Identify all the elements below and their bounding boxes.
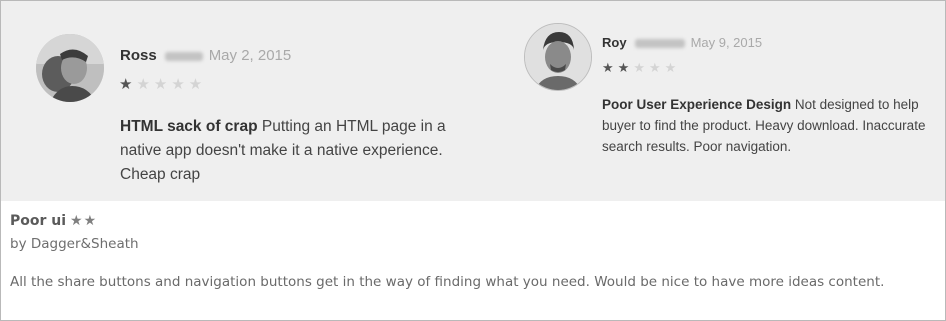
- reviewer-avatar: [36, 34, 104, 102]
- star-rating: ★★: [70, 213, 98, 229]
- review-title: Poor ui: [10, 213, 67, 229]
- review-text: HTML sack of crap Putting an HTML page i…: [120, 115, 490, 187]
- review-title: HTML sack of crap: [120, 118, 258, 135]
- review-byline: by Dagger&Sheath: [10, 236, 139, 252]
- review-text: Poor User Experience Design Not designed…: [602, 94, 937, 157]
- review-author: Roy: [602, 35, 627, 50]
- review-author: Ross: [120, 47, 157, 64]
- empty-stars: ★★★★: [136, 76, 207, 93]
- empty-stars: ★★★: [633, 60, 681, 75]
- lower-review-header: Poor ui ★★: [10, 213, 97, 229]
- reviewer-avatar: [524, 23, 592, 91]
- review-body: All the share buttons and navigation but…: [10, 274, 885, 290]
- reviewer-photo-icon: [36, 34, 104, 102]
- review-header: Roy May 9, 2015: [602, 35, 762, 50]
- review-title: Poor User Experience Design: [602, 97, 792, 112]
- filled-stars: ★★: [602, 60, 634, 75]
- redacted-surname: [164, 51, 203, 61]
- star-rating: ★★★★★: [119, 75, 206, 93]
- review-date: May 2, 2015: [208, 47, 292, 64]
- reviewer-photo-icon: [525, 24, 591, 90]
- review-header: Ross May 2, 2015: [120, 47, 291, 64]
- star-rating: ★★★★★: [602, 60, 680, 76]
- review-date: May 9, 2015: [690, 35, 763, 50]
- filled-stars: ★: [119, 76, 137, 93]
- redacted-surname: [634, 39, 685, 49]
